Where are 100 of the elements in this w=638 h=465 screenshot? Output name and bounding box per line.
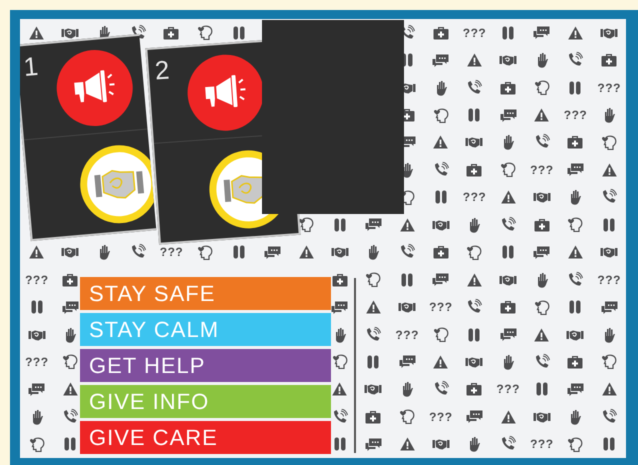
phone-icon — [466, 80, 482, 96]
hand-icon — [603, 326, 616, 343]
handshake-icon — [330, 246, 349, 258]
category-button[interactable]: GIVE CARE — [80, 421, 331, 454]
pause-icon — [64, 437, 76, 452]
phone-icon — [500, 436, 516, 452]
medkit-icon — [466, 162, 482, 177]
chat-icon — [533, 26, 550, 40]
question-marks: ??? — [530, 437, 554, 452]
head-heart-icon — [601, 354, 618, 370]
chat-icon — [500, 328, 517, 342]
warning-icon — [62, 382, 78, 396]
warning-icon — [466, 272, 482, 287]
question-marks: ??? — [496, 382, 520, 396]
pause-icon — [367, 354, 380, 369]
chat-icon — [500, 108, 517, 122]
warning-icon — [433, 354, 448, 369]
question-marks: ??? — [597, 272, 621, 287]
head-heart-icon — [466, 244, 482, 260]
warning-icon — [500, 190, 516, 204]
chat-icon — [432, 273, 450, 286]
head-heart-icon — [28, 436, 45, 452]
phone-icon — [365, 326, 382, 343]
medkit-icon — [432, 245, 449, 260]
chat-icon — [331, 300, 348, 314]
handshake-icon — [465, 136, 484, 148]
card[interactable]: 1 — [20, 34, 156, 242]
medkit-icon — [567, 135, 584, 150]
pause-icon — [401, 272, 414, 287]
head-heart-icon — [298, 217, 314, 232]
warning-icon — [466, 53, 482, 68]
warning-icon — [500, 410, 516, 424]
chat-icon — [466, 410, 483, 424]
handshake-icon — [28, 328, 46, 341]
pause-icon — [468, 108, 480, 122]
warning-icon — [534, 328, 550, 342]
phone-icon — [62, 408, 78, 425]
chat-icon — [600, 300, 618, 314]
hand-icon — [502, 134, 514, 150]
pause-icon — [468, 328, 480, 342]
warning-icon — [29, 245, 44, 260]
pause-icon — [502, 26, 514, 40]
handshake-icon — [432, 218, 450, 231]
hand-icon — [30, 408, 43, 425]
chat-icon — [264, 246, 281, 259]
hand-icon — [603, 107, 616, 124]
pause-icon — [536, 382, 548, 396]
handshake-icon — [499, 54, 518, 66]
category-button[interactable]: GET HELP — [80, 349, 331, 382]
hand-icon — [98, 244, 110, 260]
chat-icon — [566, 163, 584, 176]
warning-icon — [29, 26, 44, 40]
handshake-icon — [532, 410, 551, 423]
hand-icon — [569, 408, 582, 425]
head-heart-icon — [62, 354, 78, 370]
phone-icon — [432, 162, 449, 178]
handshake-icon — [432, 438, 450, 450]
head-heart-icon — [567, 217, 584, 232]
head-heart-icon — [601, 134, 618, 150]
hand-icon — [334, 326, 346, 343]
question-marks: ??? — [597, 80, 621, 95]
head-heart-icon — [432, 327, 449, 342]
warning-icon — [366, 300, 381, 314]
pause-icon — [603, 218, 616, 232]
head-heart-icon — [197, 244, 214, 260]
question-marks: ??? — [530, 162, 554, 177]
head-heart-icon — [365, 272, 382, 288]
phone-icon — [500, 216, 516, 233]
medkit-icon — [534, 218, 550, 232]
question-marks: ??? — [160, 245, 184, 260]
warning-icon — [568, 26, 583, 40]
question-marks: ??? — [462, 190, 486, 204]
question-marks: ??? — [25, 272, 49, 287]
phone-icon — [432, 381, 449, 398]
pause-icon — [569, 300, 582, 314]
chat-icon — [432, 54, 450, 67]
pause-icon — [434, 190, 447, 204]
warning-icon — [332, 382, 348, 396]
phone-icon — [332, 408, 348, 425]
category-button[interactable]: STAY SAFE — [80, 277, 331, 310]
medkit-icon — [601, 53, 618, 68]
warning-icon — [433, 135, 448, 150]
head-heart-icon — [197, 25, 214, 40]
warning-icon — [400, 437, 415, 452]
pause-icon — [334, 218, 346, 232]
pause-icon — [30, 300, 43, 314]
hand-icon — [468, 436, 480, 452]
hand-icon — [569, 189, 582, 206]
chat-icon — [28, 382, 46, 396]
warning-icon — [400, 218, 415, 232]
medkit-icon — [500, 300, 516, 314]
hand-icon — [64, 326, 76, 343]
handshake-icon — [600, 246, 618, 258]
pause-icon — [334, 437, 346, 452]
handshake-icon — [61, 246, 80, 258]
hand-icon — [468, 216, 480, 233]
question-marks: ??? — [395, 328, 419, 342]
hand-icon — [434, 80, 447, 96]
question-marks: ??? — [429, 300, 453, 314]
hand-icon — [502, 354, 514, 370]
